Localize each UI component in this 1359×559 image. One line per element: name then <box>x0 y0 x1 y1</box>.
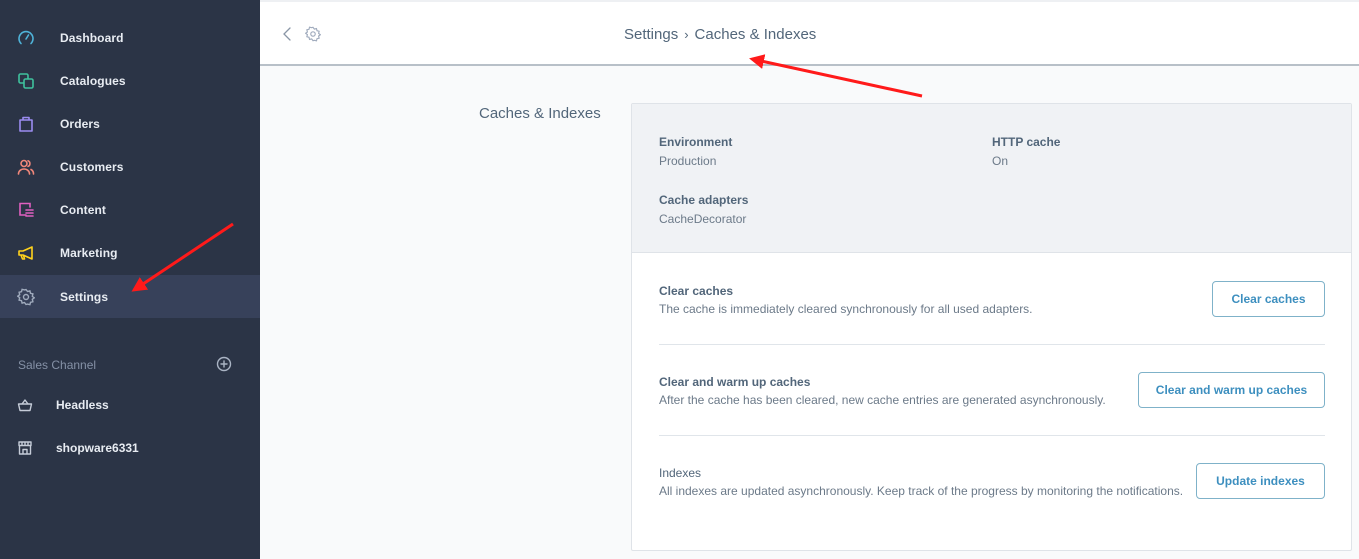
cache-info-panel: Environment Production HTTP cache On Cac… <box>632 104 1351 253</box>
sales-channel-header-label: Sales Channel <box>18 358 97 372</box>
caches-card: Environment Production HTTP cache On Cac… <box>631 103 1352 551</box>
sidebar: Dashboard Catalogues Orders Customers Co… <box>0 0 260 559</box>
sidebar-item-settings[interactable]: Settings <box>0 275 260 318</box>
sales-channel-item-shopware6331[interactable]: shopware6331 <box>0 428 260 468</box>
breadcrumb-separator: › <box>684 27 689 42</box>
chevron-left-icon[interactable] <box>280 26 294 42</box>
content-layout-icon <box>16 200 36 220</box>
sidebar-item-label: Dashboard <box>60 30 124 45</box>
cache-adapters-label: Cache adapters <box>659 193 749 207</box>
sidebar-item-label: Settings <box>60 289 109 304</box>
sales-channel-item-label: Headless <box>56 398 109 412</box>
sidebar-item-catalogues[interactable]: Catalogues <box>0 59 260 102</box>
sidebar-item-label: Orders <box>60 116 100 131</box>
cache-adapters-field: Cache adapters CacheDecorator <box>659 192 748 227</box>
customers-users-icon <box>16 157 36 177</box>
gear-icon <box>304 26 322 42</box>
settings-gear-icon <box>16 287 36 307</box>
catalogues-squares-icon <box>16 71 36 91</box>
sidebar-item-marketing[interactable]: Marketing <box>0 231 260 274</box>
marketing-megaphone-icon <box>16 243 36 263</box>
sales-channel-header: Sales Channel <box>18 356 238 374</box>
breadcrumb-current: Caches & Indexes <box>694 26 817 43</box>
http-cache-field: HTTP cache On <box>992 134 1060 169</box>
sales-channel-item-label: shopware6331 <box>56 441 139 455</box>
plus-circle-icon[interactable] <box>216 356 232 372</box>
sidebar-item-customers[interactable]: Customers <box>0 145 260 188</box>
sidebar-item-label: Marketing <box>60 245 118 260</box>
sidebar-item-label: Content <box>60 202 107 217</box>
http-cache-value: On <box>992 154 1009 168</box>
clear-caches-button[interactable]: Clear caches <box>1212 281 1325 317</box>
section-title: Caches & Indexes <box>479 105 601 122</box>
sidebar-item-content[interactable]: Content <box>0 188 260 231</box>
sidebar-item-label: Catalogues <box>60 73 126 88</box>
dashboard-gauge-icon <box>16 28 36 48</box>
storefront-icon <box>17 440 33 456</box>
sidebar-item-dashboard[interactable]: Dashboard <box>0 16 260 59</box>
breadcrumb-parent[interactable]: Settings <box>624 26 678 43</box>
sidebar-item-label: Customers <box>60 159 124 174</box>
clear-and-warm-up-caches-button[interactable]: Clear and warm up caches <box>1138 372 1325 408</box>
http-cache-label: HTTP cache <box>992 135 1061 149</box>
sales-channel-item-headless[interactable]: Headless <box>0 385 260 425</box>
update-indexes-button[interactable]: Update indexes <box>1196 463 1325 499</box>
orders-bag-icon <box>16 114 36 134</box>
basket-icon <box>17 397 33 413</box>
topbar: Settings › Caches & Indexes <box>260 0 1359 66</box>
divider <box>659 344 1325 345</box>
environment-value: Production <box>659 154 717 168</box>
environment-label: Environment <box>659 135 733 149</box>
sidebar-item-orders[interactable]: Orders <box>0 102 260 145</box>
environment-field: Environment Production <box>659 134 732 169</box>
divider <box>659 435 1325 436</box>
breadcrumb: Settings › Caches & Indexes <box>624 26 816 43</box>
cache-adapters-value: CacheDecorator <box>659 212 747 226</box>
